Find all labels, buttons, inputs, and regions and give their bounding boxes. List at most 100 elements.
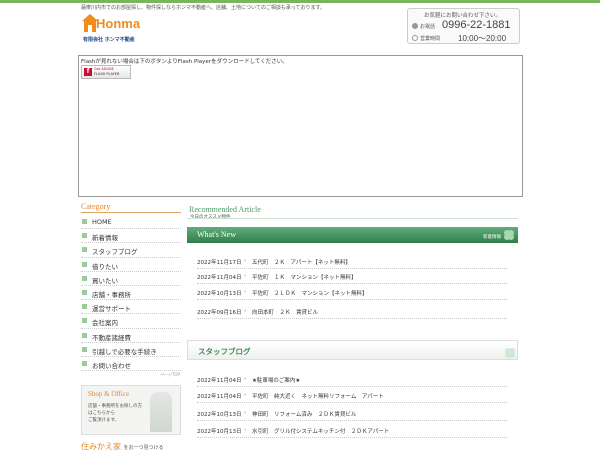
sidebar-item-label: 借りたい	[92, 262, 118, 271]
bullet-icon	[82, 219, 87, 224]
blog-text: ★駐車場のご案内★	[252, 378, 301, 384]
clover-icon	[504, 230, 514, 240]
site-logo[interactable]: Honma 有限会社 ホンマ不動産	[82, 14, 141, 46]
sidebar-item-home[interactable]: HOME	[81, 215, 181, 230]
banner-title: Shop & Office	[88, 390, 130, 398]
news-date: 2022年10月13日	[197, 291, 242, 297]
banner-image	[150, 392, 172, 432]
news-item[interactable]: 2022年11月17日 › 五代町 ２Ｋ アパート【ネット無料】	[197, 254, 507, 269]
logo-name: Honma	[96, 16, 141, 31]
sidebar-item-company[interactable]: 会社案内	[81, 314, 181, 329]
top-accent-line	[0, 0, 600, 3]
blog-date: 2022年11月04日	[197, 394, 242, 400]
blog-date: 2022年11月04日	[197, 378, 242, 384]
blog-date: 2022年10月13日	[197, 429, 242, 435]
sidebar-item-label: お問い合わせ	[92, 361, 131, 370]
news-text: 向田本町 ２Ｋ 賃貸ビル	[252, 310, 319, 316]
blog-date: 2022年10月13日	[197, 412, 242, 418]
arrow-right-icon: ›	[244, 289, 247, 295]
recommended-subtitle: 今日のオススメ物件	[190, 214, 231, 220]
banner-line1: 店舗・事務所をお探しの方	[88, 404, 142, 409]
sumikae-sub: をお一つ見つける	[123, 445, 164, 451]
arrow-right-icon: ›	[244, 376, 247, 382]
sidebar-item-management[interactable]: 運営サポート	[81, 300, 181, 315]
arrow-right-icon: ›	[244, 308, 247, 314]
blog-text: 平佐町 純大近く ネット無料リフォーム アパート	[252, 394, 384, 400]
category-heading: Category	[81, 202, 111, 211]
news-date: 2022年09月16日	[197, 310, 242, 316]
bullet-icon	[82, 247, 87, 253]
arrow-right-icon: ›	[244, 410, 247, 416]
sidebar-item-label: 店舗・事務所	[92, 290, 131, 299]
bullet-icon	[82, 233, 87, 239]
staff-blog-title: スタッフブログ	[198, 347, 251, 356]
sidebar-item-label: 引越しで必要な手続き	[92, 347, 157, 356]
get-flash-player-button[interactable]: f Get ADOBE FLASH PLAYER	[81, 65, 131, 79]
flash-area: Flashが見れない場合は下のボタンよりFlash Playerをダウンロードし…	[78, 55, 523, 197]
news-item[interactable]: 2022年10月13日 › 平佐町 ２ＬＤＫ マンション【ネット無料】	[197, 285, 507, 300]
page-top-link[interactable]: ページTOP	[160, 372, 180, 378]
bullet-icon	[82, 261, 87, 267]
site-tagline: 薩摩川内市でのお部屋探し、物件探しならホンマ不動産へ。店舗、土地についてのご相談…	[81, 5, 325, 11]
clock-icon	[412, 35, 418, 41]
sidebar-item-moving[interactable]: 引越しで必要な手続き	[81, 343, 181, 357]
arrow-right-icon: ›	[244, 392, 247, 398]
blog-item[interactable]: 2022年11月04日 › ★駐車場のご案内★	[197, 372, 507, 387]
news-text: 平佐町 ２ＬＤＫ マンション【ネット無料】	[252, 291, 368, 297]
news-item[interactable]: 2022年11月04日 › 平佐町 １Ｋ マンション【ネット無料】	[197, 269, 507, 284]
shop-office-banner[interactable]: Shop & Office 店舗・事務所をお探しの方 はこちらから ご覧頂けます…	[81, 385, 181, 435]
bullet-icon	[82, 304, 87, 310]
blog-item[interactable]: 2022年10月13日 › 水引町 グリル付システムキッチン付 ２ＤＫアパート	[197, 423, 507, 438]
arrow-right-icon: ›	[244, 427, 247, 433]
tel-label: お電話	[420, 24, 436, 30]
sidebar-item-label: 会社案内	[92, 319, 118, 328]
hours-label: 営業時間	[420, 36, 441, 42]
phone-icon	[412, 23, 418, 29]
sidebar-nav: HOME 新着情報 スタッフブログ 借りたい 買いたい 店舗・事務所 運営サポー…	[81, 215, 181, 372]
blog-text: 神田町 リフォーム済み ２ＤＫ賃貸ビル	[252, 412, 357, 418]
contact-note: お気軽にお問い合わせ下さい。	[424, 13, 502, 19]
blog-text: 水引町 グリル付システムキッチン付 ２ＤＫアパート	[252, 429, 390, 435]
staff-blog-header: スタッフブログ	[187, 340, 518, 360]
logo-company: 有限会社 ホンマ不動産	[83, 37, 135, 43]
bullet-icon	[82, 275, 87, 281]
blog-item[interactable]: 2022年10月13日 › 神田町 リフォーム済み ２ＤＫ賃貸ビル	[197, 406, 507, 421]
news-date: 2022年11月04日	[197, 275, 242, 281]
sidebar-item-buy[interactable]: 買いたい	[81, 272, 181, 286]
sumikae-banner[interactable]: 住みかえ家 をお一つ見つける	[81, 441, 164, 452]
sidebar-item-staff-blog[interactable]: スタッフブログ	[81, 243, 181, 258]
sidebar-item-rent[interactable]: 借りたい	[81, 258, 181, 272]
whats-new-title: What's New	[197, 230, 236, 239]
banner-line2: はこちらから	[88, 411, 115, 416]
flash-button-line2: FLASH PLAYER	[94, 72, 120, 76]
sidebar-item-news[interactable]: 新着情報	[81, 229, 181, 244]
sidebar-item-label: 運営サポート	[92, 305, 131, 314]
sidebar-item-label: 新着情報	[92, 234, 118, 243]
bullet-icon	[82, 346, 87, 352]
bullet-icon	[82, 318, 87, 324]
news-item[interactable]: 2022年09月16日 › 向田本町 ２Ｋ 賃貸ビル	[197, 304, 507, 319]
arrow-right-icon: ›	[244, 273, 247, 279]
arrow-right-icon: ›	[244, 258, 247, 264]
flash-message: Flashが見れない場合は下のボタンよりFlash Playerをダウンロードし…	[81, 59, 288, 65]
sidebar-item-expenses[interactable]: 不動産諸経費	[81, 329, 181, 343]
recommended-divider	[187, 218, 518, 219]
banner-line3: ご覧頂けます。	[88, 418, 120, 423]
sidebar-item-label: 不動産諸経費	[92, 333, 131, 342]
sidebar-item-contact[interactable]: お問い合わせ	[81, 357, 181, 372]
business-hours: 10:00～20:00	[458, 34, 507, 43]
whats-new-header: What's New 新着情報	[187, 227, 518, 243]
sidebar-item-label: 買いたい	[92, 276, 118, 285]
sidebar-item-label: スタッフブログ	[92, 248, 138, 257]
whats-new-subtitle: 新着情報	[483, 235, 501, 240]
news-text: 平佐町 １Ｋ マンション【ネット無料】	[252, 275, 357, 281]
flash-logo-icon: f	[84, 68, 92, 76]
phone-number[interactable]: 0996-22-1881	[442, 19, 511, 31]
flash-button-line1: Get ADOBE	[94, 67, 114, 71]
bullet-icon	[82, 289, 87, 295]
sidebar-item-label: HOME	[92, 218, 112, 226]
contact-box: お気軽にお問い合わせ下さい。 お電話 0996-22-1881 営業時間 10:…	[407, 8, 520, 44]
blog-item[interactable]: 2022年11月04日 › 平佐町 純大近く ネット無料リフォーム アパート	[197, 388, 507, 403]
sidebar-item-shop-office[interactable]: 店舗・事務所	[81, 286, 181, 301]
clover-icon	[505, 348, 515, 358]
